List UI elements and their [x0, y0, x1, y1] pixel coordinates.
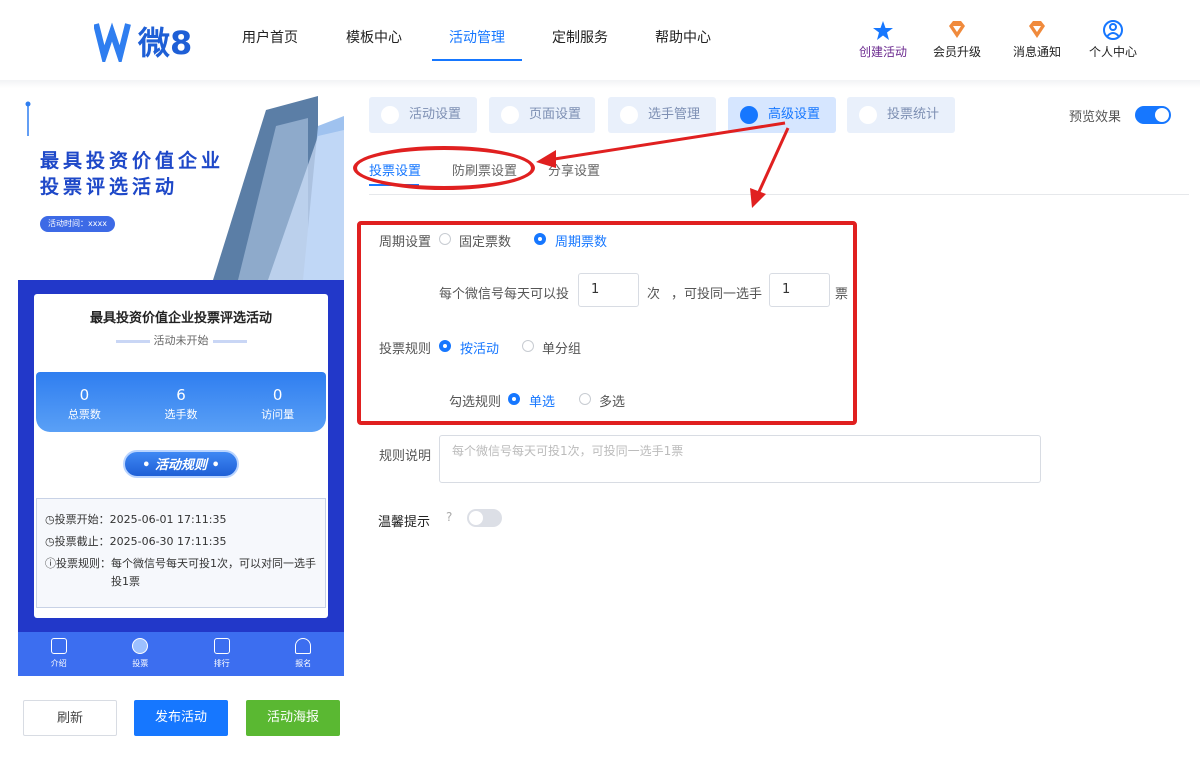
annotation-arrows [536, 121, 790, 208]
